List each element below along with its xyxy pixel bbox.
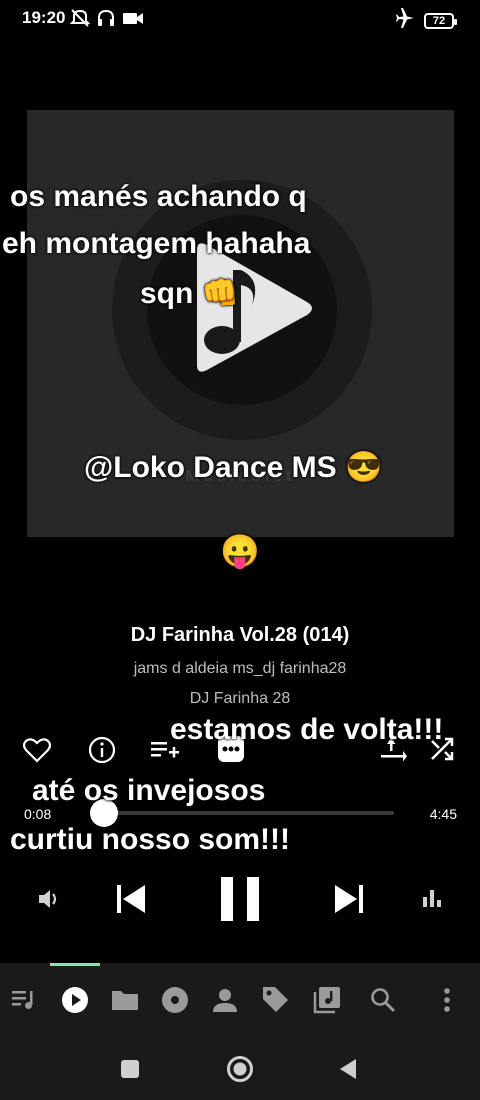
more-icon[interactable]	[436, 985, 458, 1015]
total-time: 4:45	[429, 806, 457, 822]
search-icon[interactable]	[368, 985, 398, 1015]
pause-icon[interactable]	[217, 873, 263, 925]
headset-icon	[96, 8, 116, 33]
mute-icon	[69, 8, 91, 33]
volume-icon[interactable]	[34, 884, 64, 914]
recents-icon[interactable]	[118, 1057, 142, 1081]
system-nav-bar	[0, 1038, 480, 1100]
favorite-icon[interactable]	[22, 735, 52, 765]
previous-icon[interactable]	[112, 879, 150, 919]
airplane-icon	[394, 8, 416, 33]
tab-now-playing[interactable]	[60, 985, 90, 1015]
track-album[interactable]: DJ Farinha 28	[0, 690, 480, 708]
home-icon[interactable]	[226, 1055, 254, 1083]
seek-bar[interactable]	[96, 811, 394, 815]
overlay-handle: @Loko Dance MS 😎	[84, 451, 383, 484]
video-icon	[122, 8, 144, 33]
overlay-emoji: 😛	[220, 533, 260, 569]
play-icon	[62, 987, 88, 1013]
folder-icon[interactable]	[110, 985, 140, 1015]
overlay-back: estamos de volta!!!	[170, 713, 444, 746]
overlay-text-2: eh montagem hahaha	[2, 227, 311, 260]
track-title: DJ Farinha Vol.28 (014)	[130, 624, 350, 646]
album-icon[interactable]	[160, 985, 190, 1015]
playlist-icon[interactable]	[312, 985, 342, 1015]
current-time: 0:08	[24, 806, 52, 822]
status-time: 19:20	[22, 8, 66, 27]
overlay-text-1: os manés achando q	[10, 180, 307, 213]
status-bar: 19:20 72	[0, 0, 480, 38]
overlay-envious: até os invejosos	[32, 774, 266, 807]
artist-icon[interactable]	[210, 985, 240, 1015]
tab-bar	[0, 963, 480, 1038]
back-icon[interactable]	[336, 1057, 360, 1081]
battery-icon: 72	[424, 12, 457, 29]
queue-icon[interactable]	[10, 985, 38, 1015]
tab-indicator	[50, 963, 100, 966]
overlay-liked: curtiu nosso som!!!	[10, 823, 291, 856]
next-icon[interactable]	[330, 879, 368, 919]
overlay-text-3: sqn 👊	[140, 277, 240, 310]
equalizer-icon[interactable]	[418, 884, 446, 912]
tag-icon[interactable]	[260, 984, 290, 1014]
info-icon[interactable]	[87, 735, 117, 765]
track-artist[interactable]: jams d aldeia ms_dj farinha28	[0, 660, 480, 678]
